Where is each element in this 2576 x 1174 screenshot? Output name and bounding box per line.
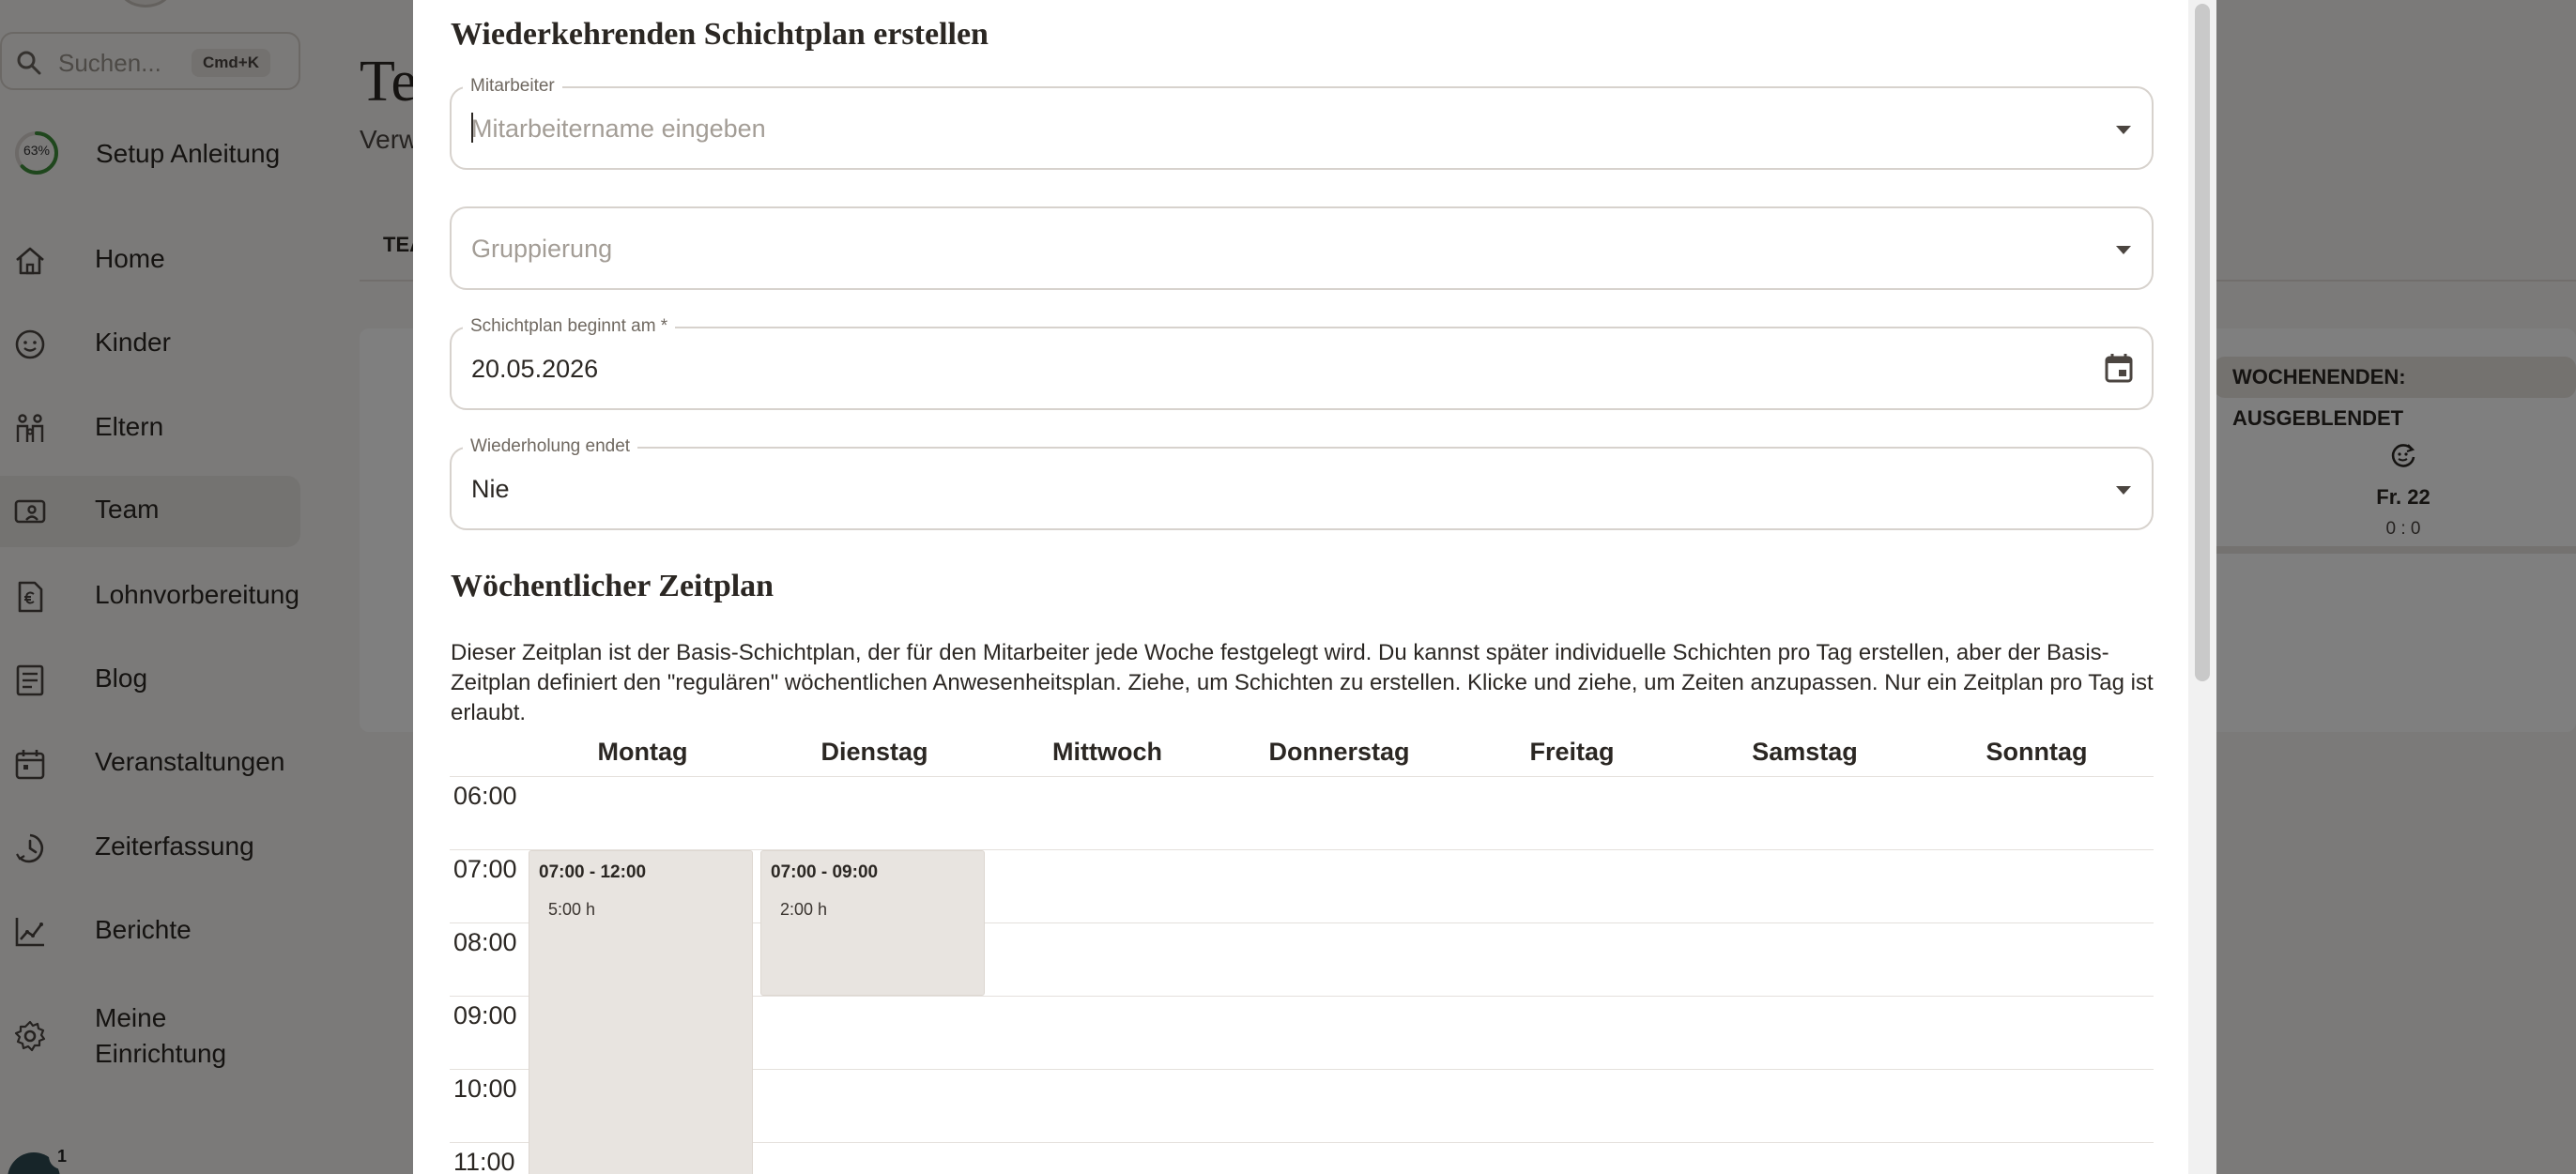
repeat-end-label: Wiederholung endet	[463, 436, 638, 457]
day-header-sonntag: Sonntag	[1986, 738, 2088, 766]
repeat-end-value: Nie	[471, 475, 510, 503]
hour-label: 08:00	[453, 928, 517, 956]
hour-label: 11:00	[453, 1148, 515, 1174]
shift-block-dienstag[interactable]: 07:00 - 09:00 2:00 h	[760, 850, 985, 996]
scrollbar-thumb[interactable]	[2195, 4, 2210, 681]
employee-field-label: Mitarbeiter	[463, 76, 562, 97]
start-date-label: Schichtplan beginnt am *	[463, 316, 676, 337]
weekly-schedule-description: Dieser Zeitplan ist der Basis-Schichtpla…	[451, 640, 2154, 725]
shift-duration: 2:00 h	[780, 900, 828, 919]
hour-gridline	[450, 776, 2154, 777]
employee-field[interactable]: Mitarbeiter Mitarbeitername eingeben	[450, 76, 2154, 170]
text-caret	[471, 113, 473, 143]
weekly-schedule-grid[interactable]: Montag Dienstag Mittwoch Donnerstag Frei…	[450, 738, 2154, 1174]
recurring-schedule-dialog: Wiederkehrenden Schichtplan erstellen Mi…	[413, 0, 2216, 1174]
start-date-field[interactable]: Schichtplan beginnt am * 20.05.2026	[450, 316, 2154, 410]
weekly-schedule-title: Wöchentlicher Zeitplan	[451, 569, 774, 603]
hour-label: 06:00	[453, 782, 517, 810]
day-header-dienstag: Dienstag	[820, 738, 928, 766]
day-header-freitag: Freitag	[1529, 738, 1615, 766]
shift-time: 07:00 - 09:00	[771, 862, 879, 882]
calendar-icon[interactable]	[2103, 352, 2135, 384]
employee-field-placeholder: Mitarbeitername eingeben	[471, 114, 766, 143]
hour-label: 09:00	[453, 1001, 517, 1029]
day-header-donnerstag: Donnerstag	[1268, 738, 1410, 766]
dialog-scrollbar[interactable]	[2188, 0, 2216, 1174]
dropdown-arrow-icon[interactable]	[2116, 486, 2131, 495]
shift-time: 07:00 - 12:00	[539, 862, 647, 882]
day-header-montag: Montag	[597, 738, 688, 766]
dropdown-arrow-icon[interactable]	[2116, 246, 2131, 254]
grouping-field-placeholder: Gruppierung	[471, 235, 613, 263]
shift-block-montag[interactable]: 07:00 - 12:00 5:00 h	[529, 850, 753, 1174]
dropdown-arrow-icon[interactable]	[2116, 126, 2131, 134]
grouping-field[interactable]: Gruppierung	[450, 206, 2154, 290]
start-date-value: 20.05.2026	[471, 355, 599, 383]
day-header-samstag: Samstag	[1752, 738, 1858, 766]
shift-duration: 5:00 h	[548, 900, 596, 919]
hour-label: 10:00	[453, 1075, 517, 1103]
dialog-title: Wiederkehrenden Schichtplan erstellen	[451, 17, 989, 52]
hour-label: 07:00	[453, 855, 517, 883]
day-header-mittwoch: Mittwoch	[1052, 738, 1162, 766]
repeat-end-field[interactable]: Wiederholung endet Nie	[450, 436, 2154, 530]
